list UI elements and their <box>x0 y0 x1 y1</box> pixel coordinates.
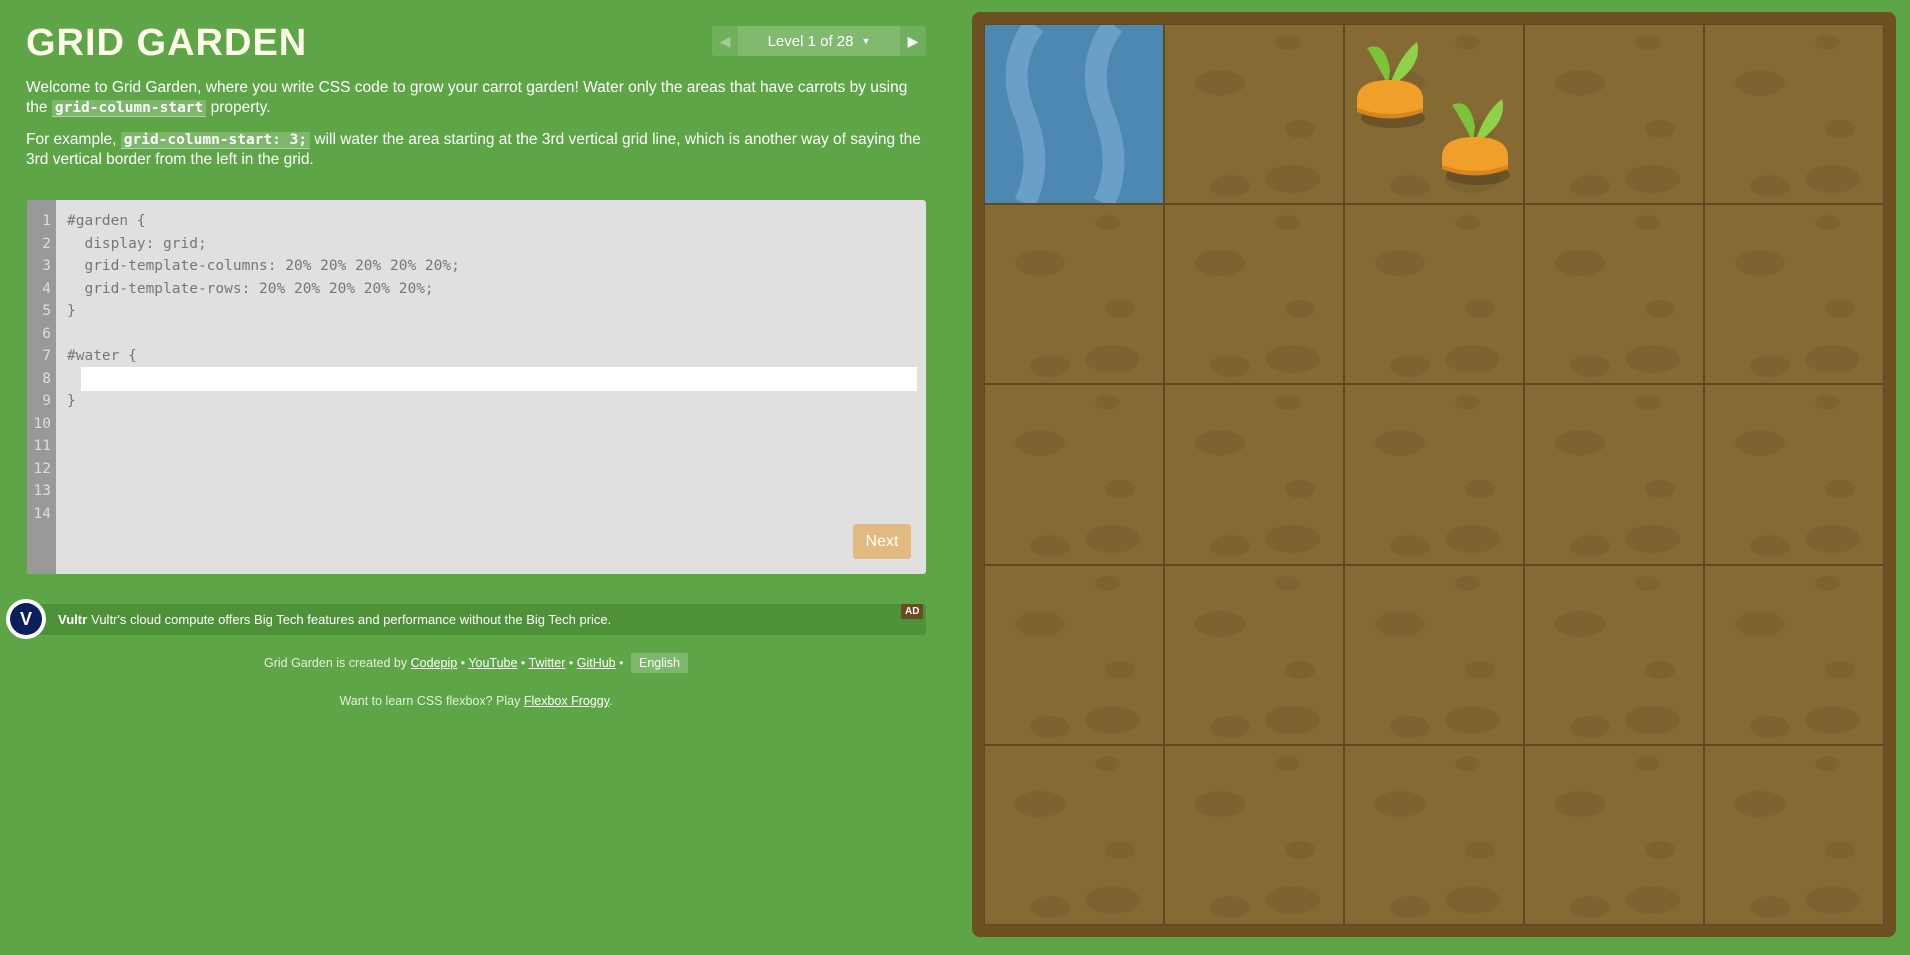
garden-cell <box>984 24 1164 205</box>
page-title: GRID GARDEN <box>26 22 308 64</box>
garden-cell <box>1164 24 1344 205</box>
code-editor: 1 2 3 4 5 6 7 8 9 10 11 12 13 14 #garden { display: g… <box>27 200 926 574</box>
garden-cell <box>1164 744 1344 925</box>
ad-brand: Vultr <box>58 612 88 627</box>
instructions-paragraph-2: For example, grid-column-start: 3; will … <box>26 130 926 170</box>
line-number: 5 <box>42 303 51 319</box>
line-number: 6 <box>42 325 51 342</box>
level-dropdown[interactable]: Level 1 of 28 ▼ <box>738 26 900 56</box>
line-number: 8 <box>42 370 51 387</box>
text: Want to learn CSS flexbox? Play <box>339 694 521 708</box>
garden-board <box>972 12 1896 937</box>
garden-cell <box>1524 24 1704 205</box>
code-line: display: grid; <box>67 235 207 252</box>
line-number-gutter: 1 2 3 4 5 6 7 8 9 10 11 12 13 14 <box>27 200 56 574</box>
line-number: 9 <box>42 393 51 409</box>
garden-cell <box>1704 24 1884 205</box>
garden-cell <box>1704 564 1884 745</box>
text: . <box>609 694 613 708</box>
instructions-paragraph-1: Welcome to Grid Garden, where you write … <box>26 78 926 118</box>
link-github[interactable]: GitHub <box>577 656 616 670</box>
line-number: 13 <box>33 483 51 499</box>
garden-cell <box>1524 384 1704 565</box>
line-number: 7 <box>42 348 51 364</box>
next-button[interactable]: Next <box>853 524 911 559</box>
line-number: 1 <box>42 213 51 229</box>
link-codepip[interactable]: Codepip <box>411 656 458 670</box>
separator: • <box>520 656 526 670</box>
link-youtube[interactable]: YouTube <box>468 656 517 670</box>
footer-flexbox: Want to learn CSS flexbox? Play Flexbox … <box>26 694 926 708</box>
water-area <box>985 25 1163 204</box>
triangle-left-icon[interactable]: ◀ <box>712 26 738 56</box>
garden-cell <box>1524 564 1704 745</box>
footer-credits: Grid Garden is created by Codepip • YouT… <box>26 653 926 673</box>
garden-cell <box>1704 204 1884 385</box>
code-line: #garden { <box>67 213 146 229</box>
code-line: } <box>67 303 76 319</box>
link-twitter[interactable]: Twitter <box>529 656 566 670</box>
code-line: grid-template-columns: 20% 20% 20% 20% 2… <box>67 258 460 274</box>
line-number: 14 <box>33 505 51 522</box>
ad-text: Vultr's cloud compute offers Big Tech fe… <box>91 612 612 627</box>
garden-cell <box>1704 744 1884 925</box>
css-answer-input[interactable] <box>81 367 917 391</box>
logo-letter: V <box>10 603 42 635</box>
garden-grid <box>984 24 1884 925</box>
separator: • <box>619 656 624 670</box>
line-number: 4 <box>42 280 51 297</box>
text: For example, <box>26 131 121 148</box>
ad-tag: AD <box>901 604 924 619</box>
code-line: } <box>67 393 76 409</box>
separator: • <box>568 656 574 670</box>
text: property. <box>206 99 271 116</box>
carrot-icon <box>1440 87 1510 187</box>
line-number: 3 <box>42 258 51 274</box>
link-flexbox-froggy[interactable]: Flexbox Froggy <box>524 694 609 708</box>
vultr-logo[interactable]: V <box>6 599 46 639</box>
line-number: 12 <box>33 460 51 477</box>
garden-cell <box>984 744 1164 925</box>
garden-cell <box>1344 384 1524 565</box>
garden-cell <box>1164 564 1344 745</box>
triangle-right-icon[interactable]: ▶ <box>900 26 926 56</box>
line-number: 10 <box>33 415 51 432</box>
code-line: grid-template-rows: 20% 20% 20% 20% 20%; <box>67 280 434 297</box>
separator: • <box>460 656 466 670</box>
code-line: #water { <box>67 348 137 364</box>
ad-banner[interactable]: Vultr Vultr's cloud compute offers Big Te… <box>27 604 926 635</box>
garden-cell <box>1344 24 1524 205</box>
level-navigator: ◀ Level 1 of 28 ▼ ▶ <box>712 26 926 56</box>
garden-cell <box>1344 744 1524 925</box>
garden-cell <box>1524 744 1704 925</box>
caret-down-icon: ▼ <box>861 36 871 46</box>
garden-cell <box>984 204 1164 385</box>
credit-text: Grid Garden is created by <box>264 656 408 670</box>
line-number: 11 <box>33 438 51 454</box>
garden-cell <box>1344 564 1524 745</box>
garden-cell <box>1524 204 1704 385</box>
level-label: Level 1 of 28 <box>767 32 854 50</box>
garden-cell <box>1164 204 1344 385</box>
inline-code: grid-column-start: 3; <box>120 132 311 149</box>
garden-cell <box>1344 204 1524 385</box>
garden-cell <box>1704 384 1884 565</box>
garden-cell <box>984 384 1164 565</box>
carrot-icon <box>1355 30 1425 130</box>
garden-cell <box>1164 384 1344 565</box>
language-select[interactable]: English <box>631 653 688 673</box>
inline-code: grid-column-start <box>51 100 207 117</box>
garden-cell <box>984 564 1164 745</box>
line-number: 2 <box>42 235 51 252</box>
